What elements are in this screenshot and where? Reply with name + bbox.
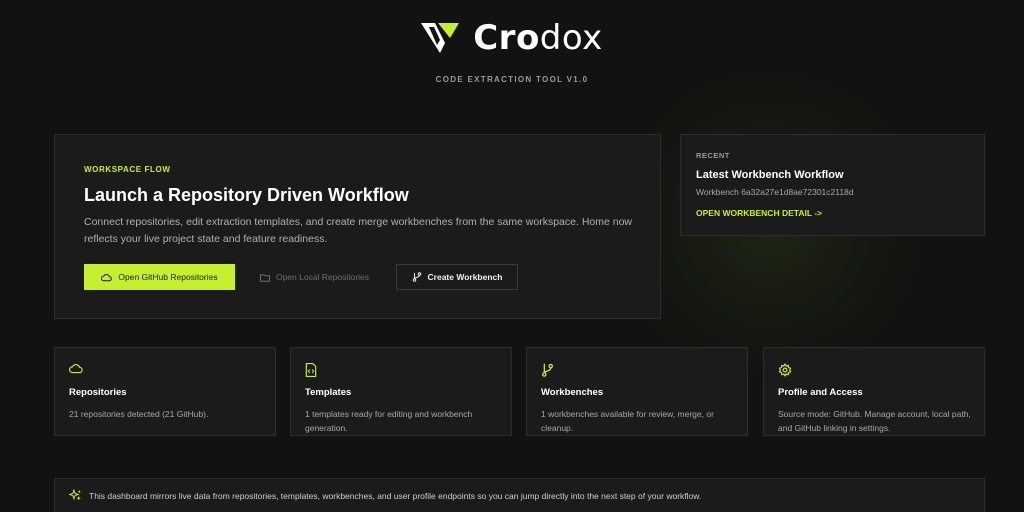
recent-workbench-id: Workbench 6a32a27e1d8ae72301c2118d xyxy=(696,187,854,197)
recent-title: Latest Workbench Workflow xyxy=(696,169,844,181)
create-workbench-button[interactable]: Create Workbench xyxy=(396,264,518,290)
feature-description: 1 workbenches available for review, merg… xyxy=(541,409,714,433)
app-subtitle: CODE EXTRACTION TOOL V1.0 xyxy=(435,75,589,84)
feature-title: Repositories xyxy=(69,387,127,398)
feature-card-templates[interactable]: Templates 1 templates ready for editing … xyxy=(290,347,512,436)
brand-name: Crodox xyxy=(473,18,603,58)
create-workbench-label: Create Workbench xyxy=(427,272,503,282)
workspace-flow-card: WORKSPACE FLOW Launch a Repository Drive… xyxy=(54,134,661,319)
hero-eyebrow: WORKSPACE FLOW xyxy=(84,165,171,174)
git-branch-icon xyxy=(412,272,421,282)
recent-label: RECENT xyxy=(696,151,730,160)
gear-icon xyxy=(778,363,792,377)
feature-description: 21 repositories detected (21 GitHub). xyxy=(69,409,209,419)
sparkles-icon xyxy=(69,489,81,501)
feature-description: Source mode: GitHub. Manage account, loc… xyxy=(778,409,971,433)
feature-description: 1 templates ready for editing and workbe… xyxy=(305,409,473,433)
feature-card-profile-and-access[interactable]: Profile and Access Source mode: GitHub. … xyxy=(763,347,985,436)
recent-card: RECENT Latest Workbench Workflow Workben… xyxy=(680,134,985,236)
crodox-logo-icon xyxy=(421,23,460,53)
open-local-repositories-label: Open Local Repositories xyxy=(275,272,370,282)
code-file-icon xyxy=(305,363,317,377)
open-workbench-detail-link[interactable]: OPEN WORKBENCH DETAIL -> xyxy=(696,208,822,218)
feature-title: Workbenches xyxy=(541,387,604,398)
git-branch-icon xyxy=(542,363,553,377)
cloud-icon xyxy=(101,273,113,281)
cloud-icon xyxy=(69,364,83,374)
brand-logo: Crodox xyxy=(0,18,1024,58)
feature-title: Templates xyxy=(305,387,352,398)
feature-card-repositories[interactable]: Repositories 21 repositories detected (2… xyxy=(54,347,276,436)
banner-text: This dashboard mirrors live data from re… xyxy=(89,491,702,501)
open-github-repositories-button[interactable]: Open GitHub Repositories xyxy=(84,264,235,290)
hero-title: Launch a Repository Driven Workflow xyxy=(84,185,409,205)
open-local-repositories-button[interactable]: Open Local Repositories xyxy=(248,264,381,290)
folder-icon xyxy=(259,273,270,282)
feature-title: Profile and Access xyxy=(778,387,863,398)
brand-name-light: dox xyxy=(539,18,603,58)
brand-name-bold: Cro xyxy=(473,18,540,58)
open-github-repositories-label: Open GitHub Repositories xyxy=(118,272,218,282)
feature-card-workbenches[interactable]: Workbenches 1 workbenches available for … xyxy=(526,347,748,436)
info-banner: This dashboard mirrors live data from re… xyxy=(54,478,985,512)
hero-description: Connect repositories, edit extraction te… xyxy=(84,216,633,245)
